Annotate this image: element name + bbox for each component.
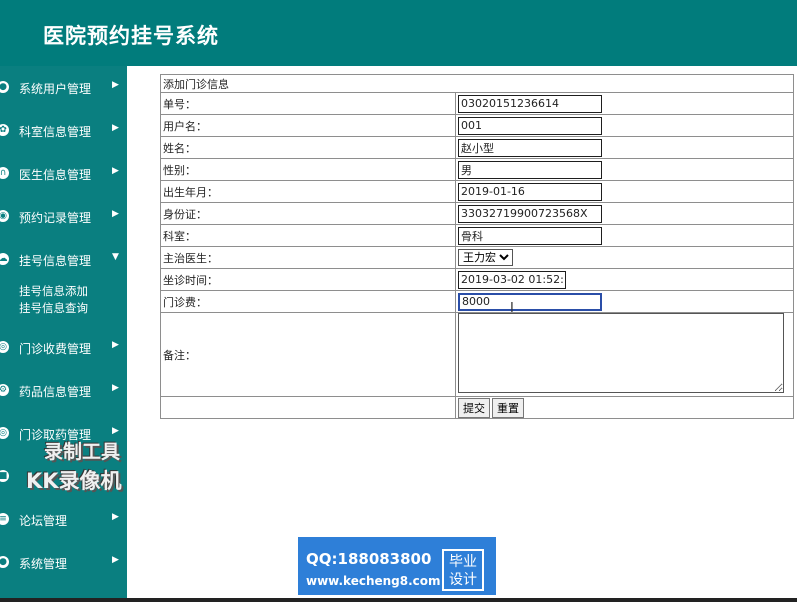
- reset-button[interactable]: 重置: [492, 397, 524, 418]
- field-label: 门诊费：: [160, 290, 456, 313]
- consult-time-field[interactable]: [458, 270, 566, 289]
- list-icon: ≡: [0, 513, 9, 525]
- form-caption: 添加门诊信息: [160, 74, 794, 93]
- target-icon: ◎: [0, 341, 9, 353]
- sidebar-item-outpatient-fees[interactable]: ◎ 门诊收费管理 ▶: [0, 334, 127, 362]
- bottom-bar: [0, 598, 797, 602]
- promo-tag-line2: 设计: [449, 572, 477, 588]
- promo-badge: QQ:188083800 www.kecheng8.com 毕业 设计: [298, 537, 496, 595]
- chevron-right-icon: ▶: [112, 555, 119, 565]
- department-field[interactable]: [458, 226, 602, 245]
- chevron-right-icon: ▶: [112, 123, 119, 133]
- form-row-birthdate: 出生年月：: [160, 180, 794, 203]
- form-row-username: 用户名：: [160, 114, 794, 137]
- outpatient-form: 添加门诊信息 单号： 用户名： 姓名： 性别： 出生年月： 身份证： 科室： 主…: [160, 74, 794, 419]
- fee-field[interactable]: [458, 292, 602, 311]
- app-header: 医院预约挂号系统: [0, 0, 797, 66]
- sidebar-item-label: 挂号信息管理: [19, 254, 92, 268]
- sidebar-item-appointment-records[interactable]: ◉ 预约记录管理 ▶: [0, 203, 127, 231]
- target-icon: ◎: [0, 427, 9, 439]
- sidebar-item-user-management[interactable]: ● 系统用户管理 ▶: [0, 74, 127, 102]
- person-icon: ●: [0, 556, 9, 568]
- cog-icon: ⚙: [0, 384, 9, 396]
- chevron-right-icon: ▶: [112, 209, 119, 219]
- submit-button[interactable]: 提交: [458, 397, 490, 418]
- form-row-fee: 门诊费：: [160, 290, 794, 313]
- sidebar: ● 系统用户管理 ▶ ✿ 科室信息管理 ▶ ∩ 医生信息管理 ▶ ◉ 预约记录管…: [0, 66, 127, 598]
- sidebar-item-system-management[interactable]: ● 系统管理 ▶: [0, 549, 127, 577]
- sidebar-item-label: 药品信息管理: [19, 385, 92, 399]
- sidebar-item-department-management[interactable]: ✿ 科室信息管理 ▶: [0, 117, 127, 145]
- promo-tag: 毕业 设计: [442, 549, 484, 591]
- promo-tag-line1: 毕业: [449, 554, 477, 570]
- chevron-right-icon: ▶: [112, 340, 119, 350]
- sidebar-item-label: 医生信息管理: [19, 168, 92, 182]
- sidebar-item-doctor-management[interactable]: ∩ 医生信息管理 ▶: [0, 160, 127, 188]
- recorder-watermark: 录制工具 KK录像机: [26, 437, 161, 497]
- form-row-consult-time: 坐诊时间：: [160, 268, 794, 291]
- text-cursor-icon: I: [510, 301, 514, 316]
- birthdate-field[interactable]: [458, 182, 602, 201]
- remarks-textarea[interactable]: [458, 313, 784, 393]
- field-label: 主治医生：: [160, 246, 456, 269]
- form-row-doctor: 主治医生： 王力宏: [160, 246, 794, 269]
- field-label: 出生年月：: [160, 180, 456, 203]
- field-label: 备注：: [160, 312, 456, 397]
- form-row-order-no: 单号：: [160, 92, 794, 115]
- field-label: 身份证：: [160, 202, 456, 225]
- cloud-icon: ☁: [0, 253, 9, 265]
- form-actions-row: 提交 重置: [160, 396, 794, 419]
- chevron-right-icon: ▶: [112, 512, 119, 522]
- stethoscope-icon: ∩: [0, 167, 9, 179]
- sidebar-item-label: 门诊收费管理: [19, 342, 92, 356]
- chevron-right-icon: ▶: [112, 383, 119, 393]
- submenu-registration-query[interactable]: 挂号信息查询: [19, 300, 88, 316]
- empty-cell: [160, 396, 456, 419]
- order-no-field[interactable]: [458, 94, 602, 113]
- field-label: 用户名：: [160, 114, 456, 137]
- id-card-field[interactable]: [458, 204, 602, 223]
- chevron-right-icon: ▶: [112, 80, 119, 90]
- form-row-remarks: 备注：: [160, 312, 794, 397]
- sidebar-item-label: 系统用户管理: [19, 82, 92, 96]
- field-label: 科室：: [160, 224, 456, 247]
- form-row-id-card: 身份证：: [160, 202, 794, 225]
- form-caption-row: 添加门诊信息: [160, 74, 794, 93]
- sidebar-item-label: 预约记录管理: [19, 211, 92, 225]
- sidebar-item-forum-management[interactable]: ≡ 论坛管理 ▶: [0, 506, 127, 534]
- field-label: 性别：: [160, 158, 456, 181]
- field-label: 坐诊时间：: [160, 268, 456, 291]
- gear-cluster-icon: ✿: [0, 124, 9, 136]
- sidebar-item-label: 论坛管理: [19, 514, 68, 528]
- submenu-registration-add[interactable]: 挂号信息添加: [19, 283, 88, 299]
- sidebar-item-registration-management[interactable]: ☁ 挂号信息管理 ▼: [0, 246, 127, 274]
- sidebar-item-medicine-info[interactable]: ⚙ 药品信息管理 ▶: [0, 377, 127, 405]
- promo-url: www.kecheng8.com: [306, 574, 441, 588]
- folder-icon: ■: [0, 470, 9, 482]
- username-field[interactable]: [458, 116, 602, 135]
- app-badge-icon: ◉: [0, 210, 9, 222]
- doctor-select[interactable]: 王力宏: [458, 249, 513, 266]
- gender-field[interactable]: [458, 160, 602, 179]
- name-field[interactable]: [458, 138, 602, 157]
- sidebar-item-label: 系统管理: [19, 557, 68, 571]
- chevron-down-icon: ▼: [112, 252, 119, 262]
- sidebar-item-label: 科室信息管理: [19, 125, 92, 139]
- form-row-gender: 性别：: [160, 158, 794, 181]
- user-circle-icon: ●: [0, 81, 9, 93]
- app-title: 医院预约挂号系统: [43, 24, 219, 48]
- watermark-line1: 录制工具: [44, 441, 121, 463]
- form-row-department: 科室：: [160, 224, 794, 247]
- promo-qq: QQ:188083800: [306, 550, 432, 568]
- form-row-name: 姓名：: [160, 136, 794, 159]
- field-label: 单号：: [160, 92, 456, 115]
- chevron-right-icon: ▶: [112, 166, 119, 176]
- watermark-line2: KK录像机: [26, 469, 122, 493]
- chevron-right-icon: ▶: [112, 426, 119, 436]
- field-label: 姓名：: [160, 136, 456, 159]
